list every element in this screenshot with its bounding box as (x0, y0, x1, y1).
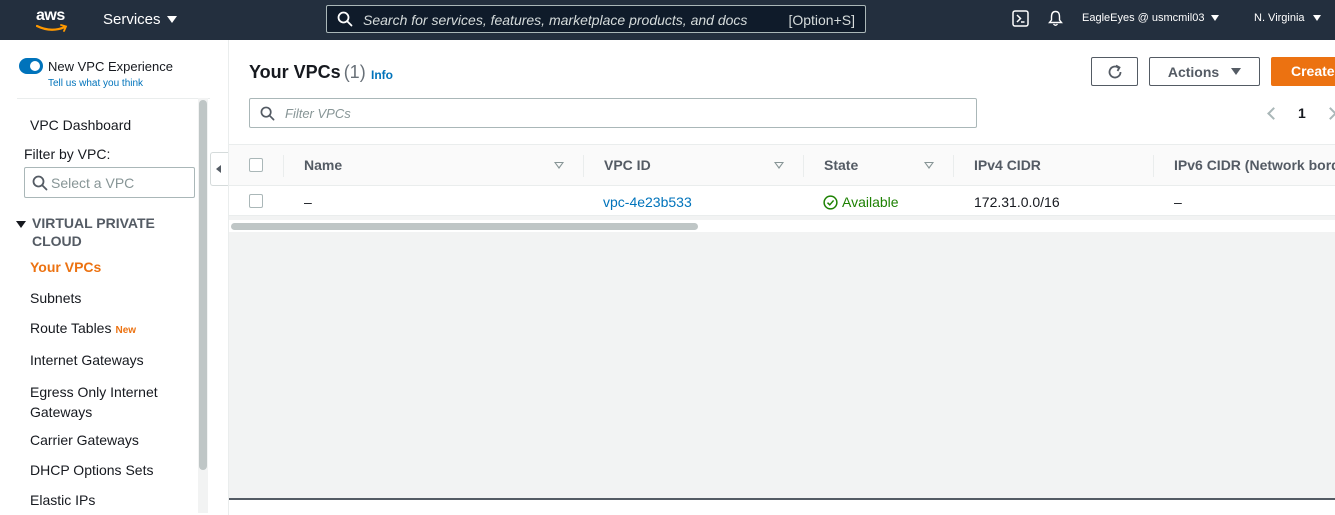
vpc-select-placeholder: Select a VPC (51, 175, 135, 191)
sidebar-item-carrier-gateways[interactable]: Carrier Gateways (30, 432, 139, 448)
chevron-left-icon[interactable] (1267, 106, 1280, 120)
main-content: Your VPCs(1) Info Actions Create VPC Fil… (229, 40, 1335, 515)
top-navigation-bar: aws Services Search for services, featur… (0, 0, 1335, 40)
chevron-down-icon (1211, 15, 1220, 21)
search-shortcut: [Option+S] (788, 12, 855, 28)
sort-icon[interactable] (924, 162, 934, 169)
collapse-sidebar-button[interactable] (210, 152, 228, 186)
sidebar-item-dhcp-options-sets[interactable]: DHCP Options Sets (30, 462, 153, 478)
sidebar: New VPC Experience Tell us what you thin… (0, 40, 210, 515)
sidebar-item-subnets[interactable]: Subnets (30, 290, 81, 306)
create-vpc-button[interactable]: Create VPC (1271, 57, 1335, 86)
section-title: VIRTUAL PRIVATE CLOUD (32, 215, 155, 249)
cell-name: – (304, 194, 312, 210)
cloudshell-icon[interactable] (1012, 10, 1029, 27)
new-badge: New (115, 325, 137, 336)
sidebar-item-label: Route Tables (30, 320, 112, 336)
select-all-checkbox[interactable] (249, 158, 263, 172)
chevron-down-icon (166, 16, 177, 23)
global-search-input[interactable]: Search for services, features, marketpla… (326, 5, 866, 33)
page-title-text: Your VPCs (249, 62, 341, 82)
column-header-vpc-id[interactable]: VPC ID (604, 157, 651, 173)
sidebar-item-internet-gateways[interactable]: Internet Gateways (30, 352, 144, 368)
scrollbar-thumb[interactable] (231, 223, 698, 230)
divider (17, 98, 210, 99)
split-panel (229, 500, 1335, 515)
column-divider (803, 155, 804, 177)
info-link[interactable]: Info (371, 68, 393, 82)
column-divider (283, 155, 284, 177)
search-placeholder: Search for services, features, marketpla… (363, 12, 748, 28)
state-text: Available (842, 194, 899, 210)
sort-icon[interactable] (774, 162, 784, 169)
aws-logo[interactable]: aws (36, 6, 72, 34)
region-label: N. Virginia (1254, 12, 1305, 24)
column-divider (583, 155, 584, 177)
pagination: 1 (1267, 105, 1335, 121)
chevron-right-icon[interactable] (1323, 106, 1335, 120)
table-horizontal-scrollbar[interactable] (229, 220, 1335, 232)
filter-placeholder: Filter VPCs (285, 106, 351, 121)
new-experience-label: New VPC Experience (48, 59, 173, 74)
account-menu[interactable]: EagleEyes @ usmcmil03 (1082, 12, 1220, 24)
aws-smile-icon (36, 24, 68, 32)
region-menu[interactable]: N. Virginia (1254, 12, 1321, 24)
column-header-ipv6-cidr[interactable]: IPv6 CIDR (Network border group) (1174, 157, 1335, 173)
vpc-select-input[interactable]: Select a VPC (24, 167, 195, 198)
column-divider (1153, 155, 1154, 177)
column-divider (953, 155, 954, 177)
sidebar-item-elastic-ips[interactable]: Elastic IPs (30, 492, 95, 508)
search-icon (337, 11, 353, 27)
page-title: Your VPCs (1) (249, 62, 366, 83)
filter-vpcs-input[interactable]: Filter VPCs (249, 98, 977, 128)
services-label: Services (103, 11, 161, 28)
refresh-icon (1108, 64, 1121, 78)
actions-label: Actions (1167, 63, 1220, 80)
chevron-down-icon (1231, 68, 1242, 75)
chevron-down-icon (1312, 15, 1321, 21)
sidebar-item-route-tables[interactable]: Route Tables New (30, 320, 136, 336)
row-checkbox[interactable] (249, 194, 263, 208)
bell-icon[interactable] (1047, 10, 1064, 27)
cell-vpc-id-link[interactable]: vpc-4e23b533 (603, 194, 692, 210)
sidebar-item-egress-only-internet-gateways[interactable]: Egress Only Internet Gateways (30, 382, 180, 422)
table-row[interactable]: – vpc-4e23b533 Available 172.31.0.0/16 – (229, 186, 1335, 216)
column-header-state[interactable]: State (824, 157, 858, 173)
aws-logo-text: aws (36, 7, 65, 24)
sidebar-item-your-vpcs[interactable]: Your VPCs (30, 259, 101, 275)
page-number[interactable]: 1 (1298, 105, 1306, 121)
account-label: EagleEyes @ usmcmil03 (1082, 12, 1205, 24)
search-icon (32, 175, 48, 191)
filter-by-vpc-label: Filter by VPC: (24, 146, 111, 162)
sidebar-scrollbar-thumb[interactable] (199, 100, 207, 470)
cell-ipv6-cidr: – (1174, 194, 1182, 210)
vpc-count: (1) (343, 62, 366, 82)
table-header: Name VPC ID State IPv4 CIDR IPv6 CIDR (N… (229, 144, 1335, 186)
sidebar-item-vpc-dashboard[interactable]: VPC Dashboard (30, 117, 131, 133)
sort-icon[interactable] (554, 162, 564, 169)
new-experience-toggle[interactable] (19, 58, 43, 74)
cell-state: Available (823, 194, 899, 210)
check-circle-icon (823, 194, 838, 210)
column-header-ipv4-cidr[interactable]: IPv4 CIDR (974, 157, 1041, 173)
search-icon (260, 106, 275, 121)
column-header-name[interactable]: Name (304, 157, 342, 173)
caret-down-icon (16, 221, 26, 228)
section-virtual-private-cloud[interactable]: VIRTUAL PRIVATE CLOUD (16, 214, 176, 250)
cell-ipv4-cidr: 172.31.0.0/16 (974, 194, 1060, 210)
feedback-link[interactable]: Tell us what you think (48, 78, 143, 89)
refresh-button[interactable] (1091, 57, 1138, 86)
actions-dropdown[interactable]: Actions (1149, 57, 1260, 86)
services-menu[interactable]: Services (103, 11, 177, 28)
